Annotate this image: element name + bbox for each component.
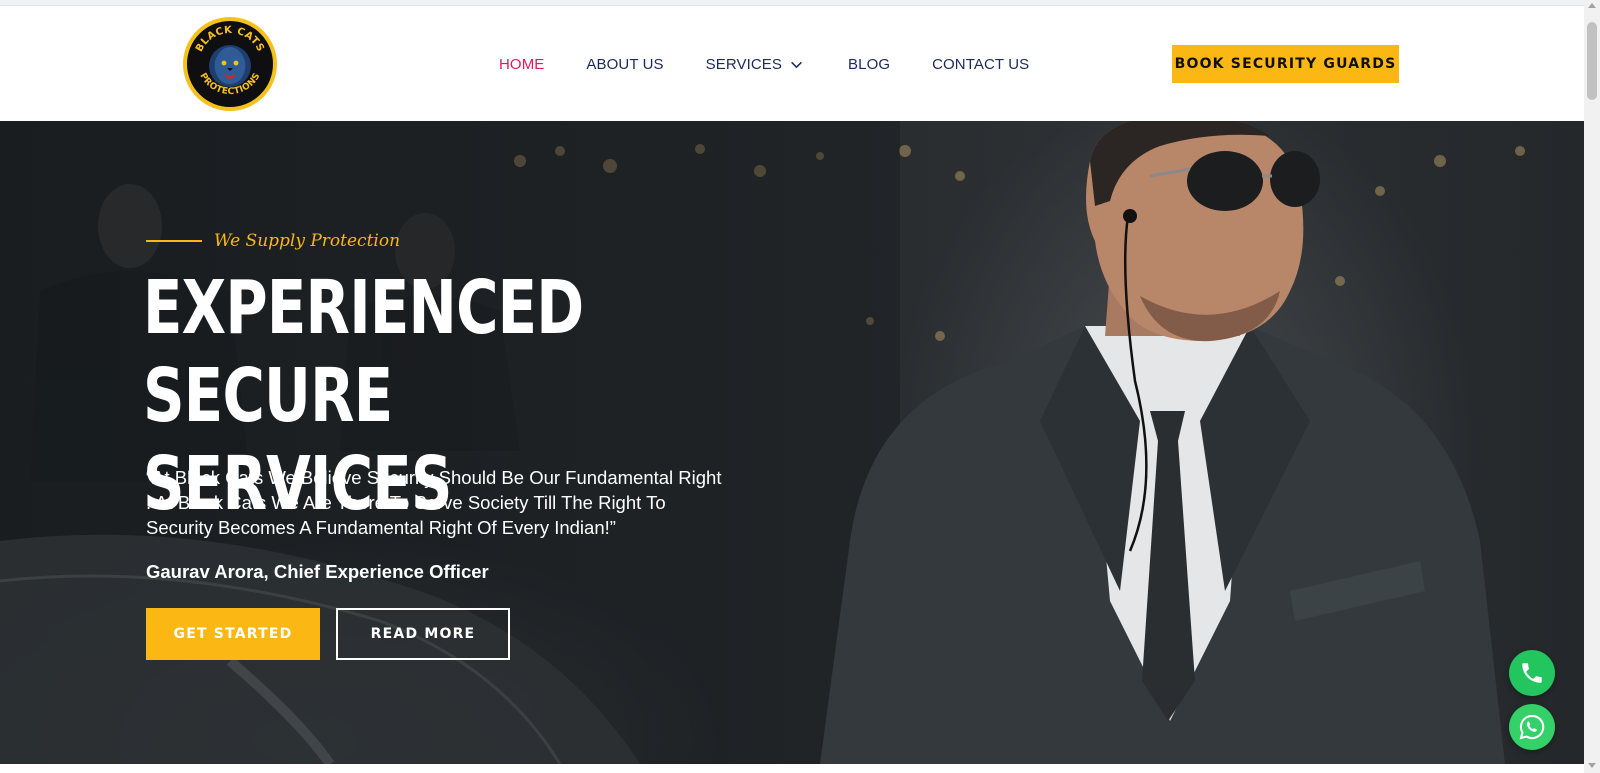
chevron-down-icon bbox=[791, 61, 802, 68]
nav-home-label: HOME bbox=[499, 55, 545, 73]
floating-whatsapp-button[interactable] bbox=[1509, 704, 1555, 750]
nav-about-us[interactable]: ABOUT US bbox=[586, 56, 663, 73]
nav-contact-label: CONTACT US bbox=[932, 55, 1030, 73]
read-more-button[interactable]: READ MORE bbox=[336, 608, 510, 660]
nav-home[interactable]: HOME bbox=[499, 56, 544, 73]
book-security-guards-button[interactable]: BOOK SECURITY GUARDS bbox=[1172, 45, 1399, 83]
floating-call-button[interactable] bbox=[1509, 650, 1555, 696]
get-started-button[interactable]: GET STARTED bbox=[146, 608, 320, 660]
nav-services[interactable]: SERVICES bbox=[706, 56, 803, 73]
brand-logo[interactable]: BLACK CATS PROTECTIONS bbox=[183, 17, 277, 111]
lion-logo-icon: BLACK CATS PROTECTIONS bbox=[188, 22, 272, 106]
hero-title-line-1: EXPERIENCED SECURE bbox=[143, 265, 584, 439]
tagline-dash bbox=[146, 240, 202, 242]
hero-banner: We Supply Protection EXPERIENCED SECURE … bbox=[0, 121, 1584, 764]
tagline-text: We Supply Protection bbox=[214, 231, 401, 251]
nav-blog[interactable]: BLOG bbox=[848, 56, 890, 73]
hero-author: Gaurav Arora, Chief Experience Officer bbox=[146, 561, 489, 582]
scroll-up-arrow-icon[interactable] bbox=[1588, 3, 1596, 8]
whatsapp-icon bbox=[1519, 714, 1545, 740]
nav-contact-us[interactable]: CONTACT US bbox=[932, 56, 1029, 73]
page-scrollbar[interactable] bbox=[1584, 0, 1600, 773]
phone-icon bbox=[1522, 663, 1542, 683]
scroll-down-arrow-icon[interactable] bbox=[1588, 763, 1596, 768]
site-header: BLACK CATS PROTECTIONS HOME ABOUT US SER… bbox=[0, 6, 1584, 121]
main-nav: HOME ABOUT US SERVICES BLOG CONTACT US bbox=[499, 49, 1029, 79]
nav-services-label: SERVICES bbox=[705, 55, 783, 73]
scrollbar-thumb[interactable] bbox=[1587, 22, 1597, 100]
hero-quote: “At Black Cats We Believe Security Shoul… bbox=[146, 467, 722, 538]
page-bottom-strip bbox=[0, 764, 1584, 773]
hero-tagline: We Supply Protection bbox=[146, 231, 400, 251]
nav-blog-label: BLOG bbox=[848, 55, 891, 73]
nav-about-label: ABOUT US bbox=[586, 55, 664, 73]
